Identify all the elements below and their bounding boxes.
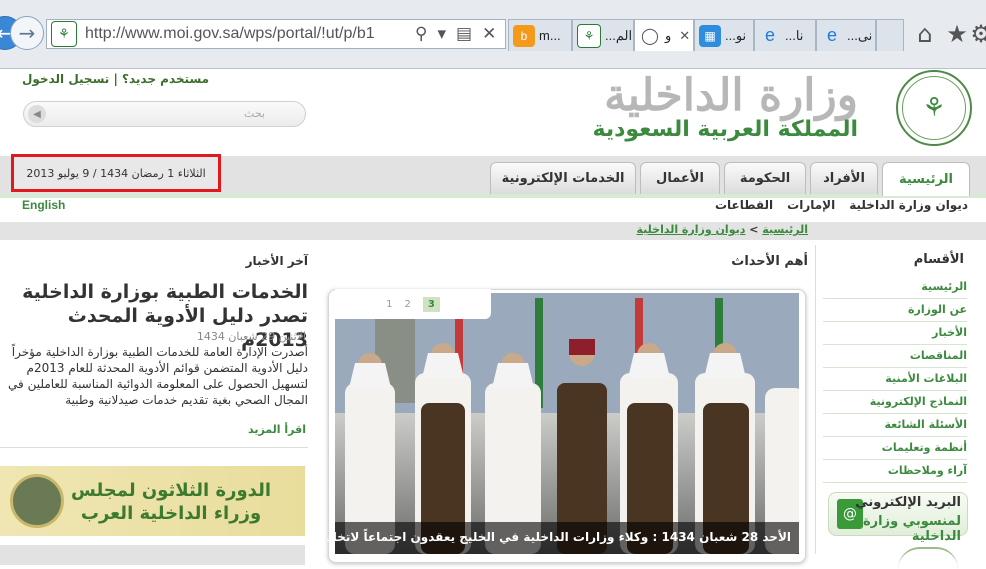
- mail-banner-line1: البريد الإلكتروني: [855, 495, 961, 510]
- new-tab-button[interactable]: [876, 19, 904, 51]
- event-caption-bar: الأحد 28 شعبان 1434 : وكلاء وزارات الداخ…: [253, 522, 799, 554]
- settings-gear-icon[interactable]: ⚙: [966, 19, 986, 49]
- search-placeholder: بحث: [244, 107, 265, 120]
- sidebar-next-banner[interactable]: [898, 547, 958, 569]
- bing-icon: b: [513, 24, 535, 47]
- ie-icon: e: [826, 25, 837, 45]
- events-title: أهم الأحداث: [731, 254, 808, 269]
- search-go-icon[interactable]: ◀: [28, 105, 46, 123]
- sidebar-item-home[interactable]: الرئيسية: [823, 276, 967, 299]
- home-icon[interactable]: ⌂: [910, 19, 940, 49]
- event-photo-illustration: [335, 293, 799, 554]
- forward-button[interactable]: →: [10, 16, 44, 50]
- tab-label: ...نى: [847, 27, 873, 43]
- search-icon[interactable]: ⚲: [415, 24, 427, 44]
- login-links[interactable]: مستخدم جديد؟ | تسجيل الدخول: [22, 72, 209, 86]
- event-caption[interactable]: الأحد 28 شعبان 1434 : وكلاء وزارات الداخ…: [253, 530, 791, 544]
- submenu: ديوان وزارة الداخلية الإمارات القطاعات: [715, 198, 968, 212]
- sidebar-item-security-reports[interactable]: البلاغات الأمنية: [823, 368, 967, 391]
- sidebar-title: الأقسام: [913, 252, 964, 267]
- read-more-link[interactable]: اقرأ المزيد: [248, 423, 306, 436]
- staff-email-banner[interactable]: @ البريد الإلكتروني لمنسوبي وزارة الداخل…: [828, 492, 968, 544]
- news-divider: [0, 447, 308, 448]
- sidebar-divider: [815, 245, 816, 554]
- breadcrumb-bar: [0, 222, 986, 240]
- site-favicon-icon: ⚘: [51, 21, 77, 47]
- pager-page-2[interactable]: 2: [405, 299, 411, 310]
- tab-eservices[interactable]: الخدمات الإلكترونية: [490, 162, 636, 194]
- sidebar-item-feedback[interactable]: آراء وملاحظات: [823, 460, 967, 483]
- sidebar-list: الرئيسية عن الوزارة الأخبار المناقصات ال…: [823, 276, 967, 483]
- news-body: أصدرت الإدارة العامة للخدمات الطبية بوزا…: [8, 345, 308, 407]
- tab-government[interactable]: الحكومة: [724, 162, 806, 194]
- tab-individuals[interactable]: الأفراد: [810, 162, 878, 194]
- tab-home[interactable]: الرئيسية: [882, 162, 970, 196]
- browser-tab-active[interactable]: ◯ و ✕: [634, 19, 694, 51]
- browser-tab[interactable]: e ...نى: [816, 19, 876, 51]
- english-link[interactable]: English: [22, 198, 65, 212]
- council-seal-icon: [10, 474, 64, 528]
- search-input[interactable]: ◀ بحث: [23, 101, 306, 127]
- submenu-item-sectors[interactable]: القطاعات: [715, 198, 773, 212]
- close-tab-icon[interactable]: ✕: [679, 28, 690, 44]
- browser-tab[interactable]: ⚘ ...الم: [572, 19, 634, 51]
- url-text[interactable]: http://www.moi.gov.sa/wps/portal/!ut/p/b…: [85, 25, 405, 43]
- stop-icon[interactable]: ✕: [482, 24, 496, 44]
- sidebar-item-news[interactable]: الأخبار: [823, 322, 967, 345]
- news-date: الاثنين 29 شعبان 1434: [196, 330, 306, 343]
- tab-label: ...نا: [785, 27, 804, 43]
- sidebar-item-eforms[interactable]: النماذج الإلكترونية: [823, 391, 967, 414]
- pager-page-1[interactable]: 1: [386, 299, 392, 310]
- current-date: الثلاثاء 1 رمضان 1434 / 9 يوليو 2013: [11, 154, 221, 192]
- browser-tab[interactable]: ▦ ...نو: [694, 19, 754, 51]
- browser-tab[interactable]: e ...نا: [754, 19, 816, 51]
- windows-icon: ▦: [699, 24, 721, 47]
- arab-interior-council-banner[interactable]: الدورة الثلاثون لمجلس وزراء الداخلية الع…: [0, 466, 305, 536]
- mail-banner-line2: لمنسوبي وزارة الداخلية: [862, 514, 961, 544]
- sidebar-item-tenders[interactable]: المناقصات: [823, 345, 967, 368]
- slider-pager: 1 2 3: [335, 289, 491, 319]
- address-bar[interactable]: ⚘ http://www.moi.gov.sa/wps/portal/!ut/p…: [46, 19, 506, 49]
- sidebar-item-about[interactable]: عن الوزارة: [823, 299, 967, 322]
- kingdom-name: المملكة العربية السعودية: [592, 117, 858, 142]
- pager-page-3-active[interactable]: 3: [422, 296, 440, 312]
- site-favicon-icon: ⚘: [577, 23, 601, 48]
- dropdown-icon[interactable]: ▾: [437, 24, 446, 44]
- banner-line1: الدورة الثلاثون لمجلس: [71, 480, 271, 501]
- ministry-name: وزارة الداخلية: [604, 70, 859, 121]
- banner-text: الدورة الثلاثون لمجلس وزراء الداخلية الع…: [71, 479, 271, 525]
- browser-tab[interactable]: b m...: [508, 19, 572, 51]
- breadcrumb-separator: >: [749, 223, 759, 236]
- submenu-item-emirates[interactable]: الإمارات: [787, 198, 835, 212]
- compat-view-icon[interactable]: ▤: [456, 24, 472, 44]
- tab-label: ...نو: [725, 27, 747, 43]
- breadcrumb: الرئيسية > ديوان وزارة الداخلية: [637, 223, 809, 236]
- tab-label: و: [665, 27, 672, 43]
- sidebar-item-faq[interactable]: الأسئلة الشائعة: [823, 414, 967, 437]
- tab-label: ...الم: [605, 27, 633, 43]
- banner-line2: وزراء الداخلية العرب: [80, 503, 262, 524]
- breadcrumb-home[interactable]: الرئيسية: [762, 223, 808, 236]
- news-title: آخر الأخبار: [245, 254, 308, 268]
- ie-icon: e: [764, 25, 775, 45]
- tab-business[interactable]: الأعمال: [640, 162, 720, 194]
- saudi-emblem-icon[interactable]: ⚘: [896, 70, 972, 146]
- next-banner[interactable]: [0, 545, 305, 565]
- sidebar-item-regulations[interactable]: أنظمة وتعليمات: [823, 437, 967, 460]
- browser-toolbar: ← → ⚘ http://www.moi.gov.sa/wps/portal/!…: [0, 0, 986, 69]
- tab-label: m...: [539, 28, 561, 43]
- loading-icon: ◯: [641, 27, 659, 45]
- event-photo[interactable]: [335, 293, 799, 554]
- submenu-item-diwan[interactable]: ديوان وزارة الداخلية: [849, 198, 968, 212]
- breadcrumb-current[interactable]: ديوان وزارة الداخلية: [637, 223, 746, 236]
